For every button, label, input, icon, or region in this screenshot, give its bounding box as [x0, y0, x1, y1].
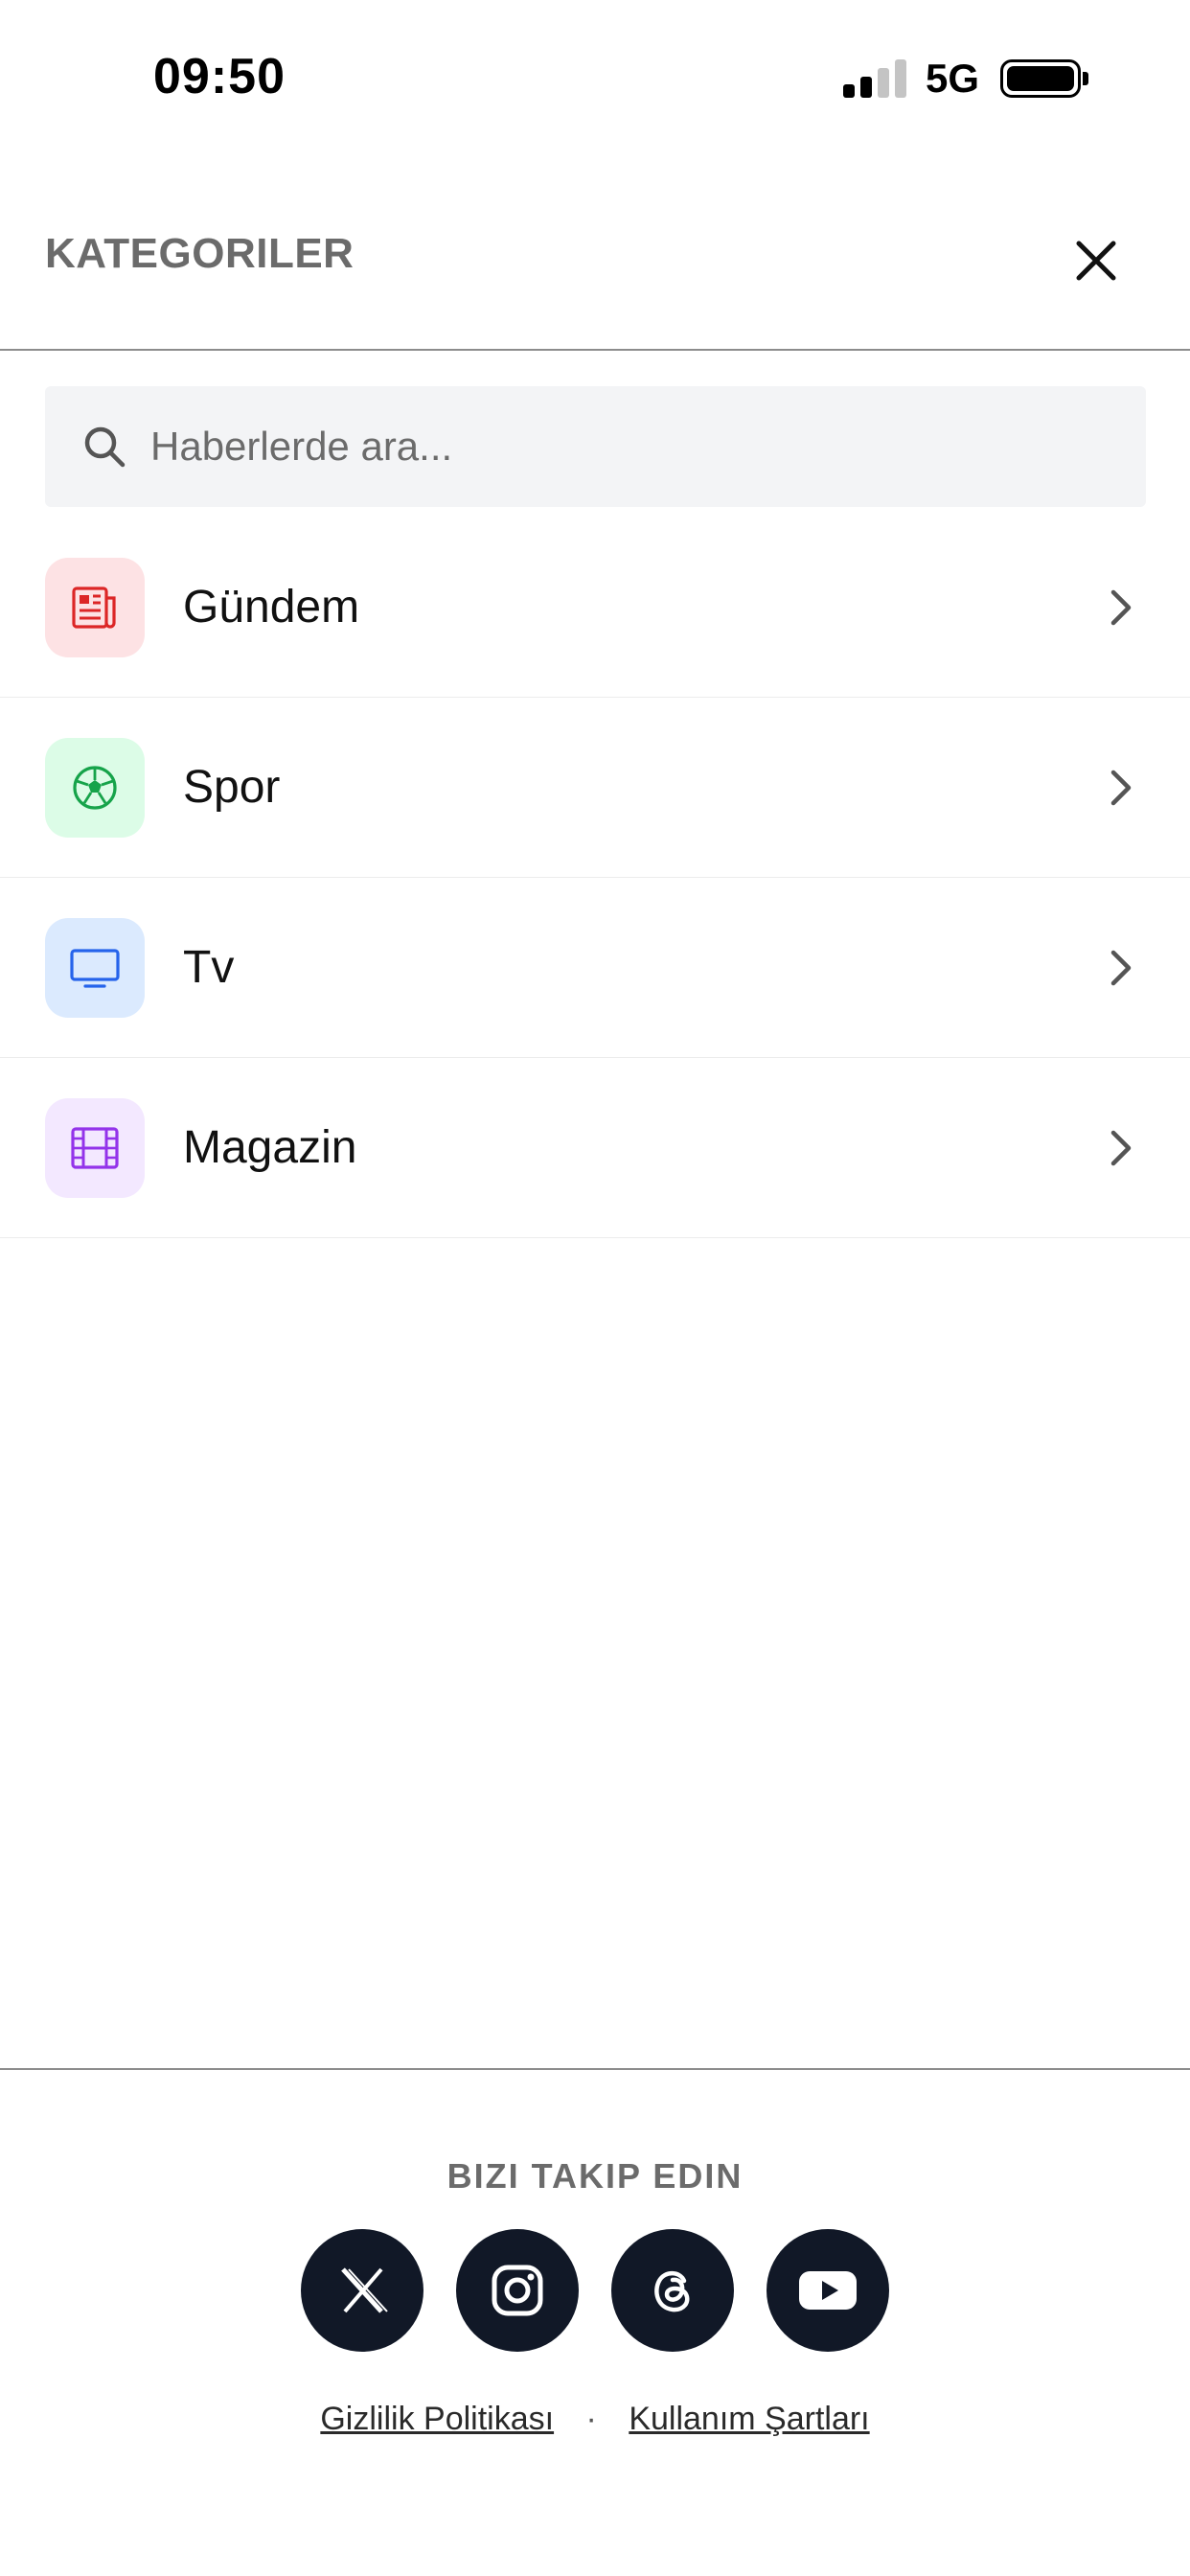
tv-icon	[70, 949, 120, 988]
status-time: 09:50	[153, 49, 286, 104]
link-separator: ·	[585, 2401, 597, 2437]
category-label: Tv	[183, 942, 235, 993]
close-button[interactable]	[1067, 232, 1125, 289]
screen: 09:50 5G KATEGORILER Haberlerde ara... G…	[0, 0, 1190, 2576]
category-item-magazin[interactable]: Magazin	[0, 1058, 1190, 1238]
category-list: Gündem Spor Tv Magazin	[0, 518, 1190, 1238]
newspaper-icon	[72, 586, 116, 629]
chevron-right-icon	[1110, 770, 1132, 806]
category-label: Gündem	[183, 582, 360, 632]
threads-icon	[654, 2270, 690, 2312]
instagram-button[interactable]	[456, 2229, 579, 2352]
chevron-right-icon	[1110, 950, 1132, 986]
privacy-link[interactable]: Gizlilik Politikası	[320, 2401, 554, 2437]
youtube-button[interactable]	[767, 2229, 889, 2352]
signal-icon	[843, 59, 906, 98]
x-icon	[341, 2267, 388, 2313]
category-label: Magazin	[183, 1122, 357, 1173]
status-bar: 09:50 5G	[0, 0, 1190, 153]
terms-link[interactable]: Kullanım Şartları	[629, 2401, 869, 2437]
category-item-tv[interactable]: Tv	[0, 878, 1190, 1058]
chevron-right-icon	[1110, 1130, 1132, 1166]
category-item-spor[interactable]: Spor	[0, 698, 1190, 878]
header: KATEGORILER	[0, 153, 1190, 351]
footer-links: Gizlilik Politikası · Kullanım Şartları	[0, 2401, 1190, 2438]
close-icon	[1076, 241, 1116, 281]
search-bar	[45, 386, 1146, 507]
youtube-icon	[799, 2271, 857, 2310]
follow-title: BIZI TAKIP EDIN	[446, 2156, 744, 2196]
footer: BIZI TAKIP EDIN Gizlilik Politikası · Ku…	[0, 2068, 1190, 2576]
chevron-right-icon	[1110, 589, 1132, 626]
network-type: 5G	[926, 56, 980, 101]
category-icon-box	[45, 1098, 145, 1198]
category-icon-box	[45, 918, 145, 1018]
soccer-ball-icon	[73, 766, 117, 810]
category-icon-box	[45, 738, 145, 838]
threads-button[interactable]	[611, 2229, 734, 2352]
category-item-gundem[interactable]: Gündem	[0, 518, 1190, 698]
film-icon	[71, 1127, 119, 1169]
social-links	[301, 2229, 889, 2352]
instagram-icon	[492, 2265, 543, 2316]
page-title: KATEGORILER	[45, 230, 355, 277]
x-button[interactable]	[301, 2229, 423, 2352]
search-input[interactable]	[150, 386, 1109, 507]
battery-icon	[1000, 59, 1088, 98]
category-label: Spor	[183, 762, 281, 813]
search-icon	[84, 426, 126, 468]
category-icon-box	[45, 558, 145, 657]
